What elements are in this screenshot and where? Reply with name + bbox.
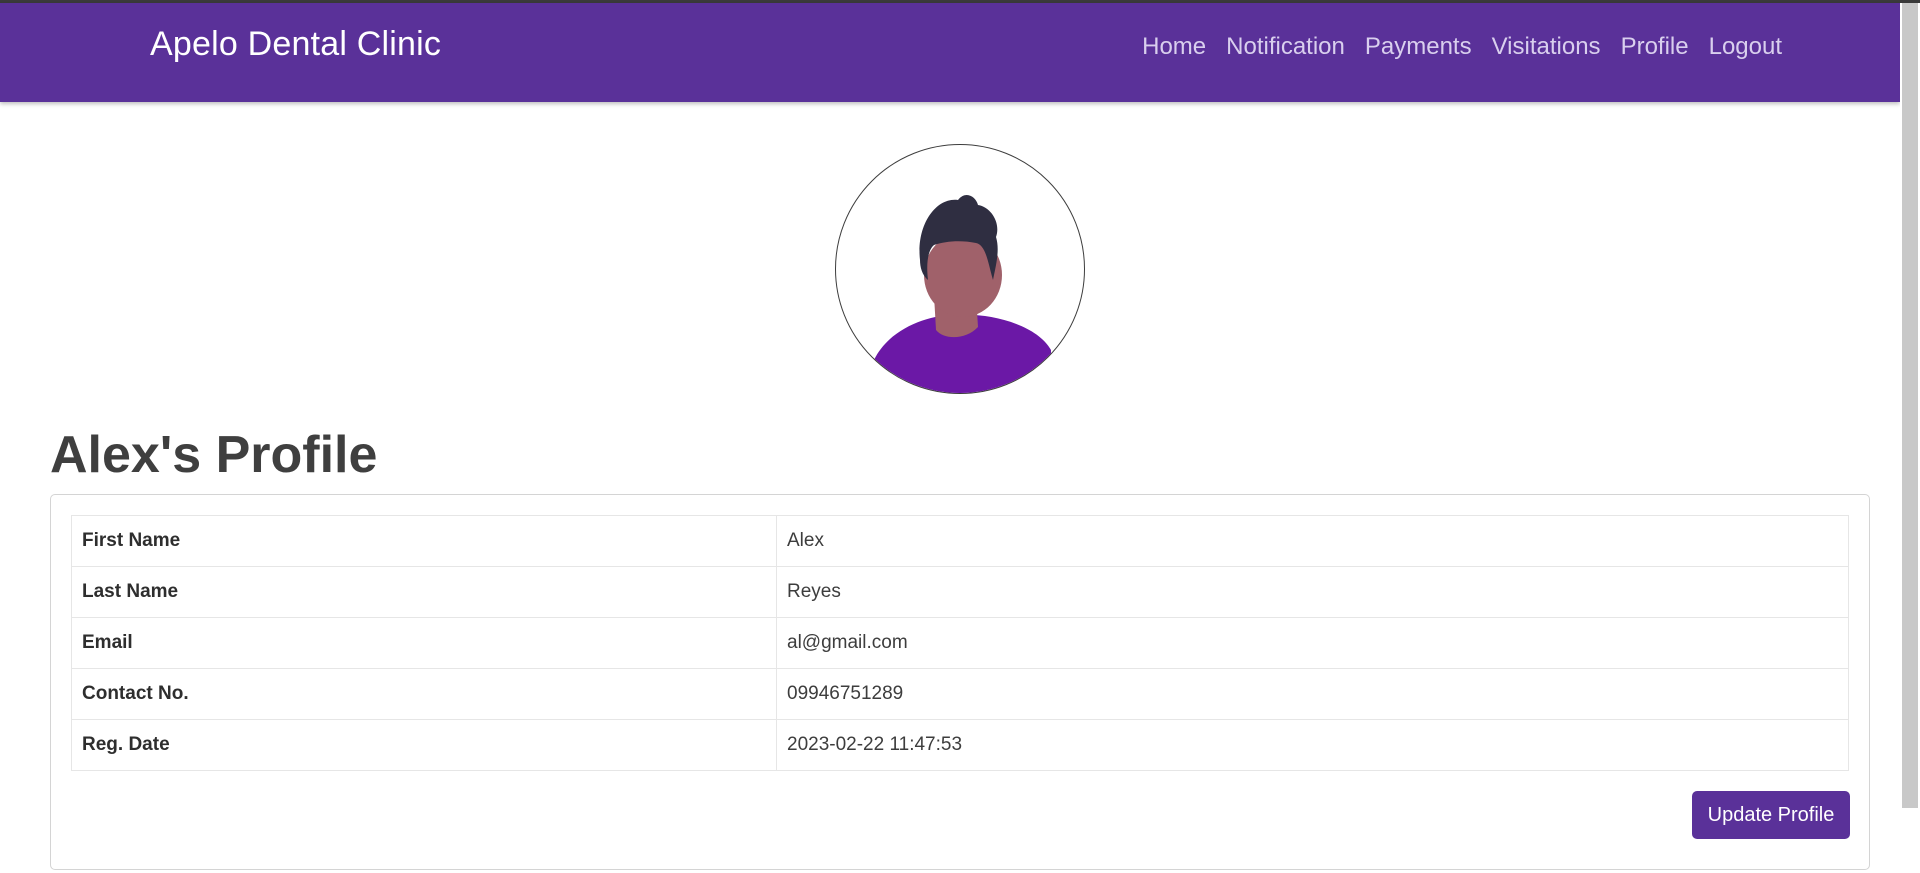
- navbar: Apelo Dental Clinic Home Notification Pa…: [0, 3, 1900, 102]
- last-name-value: Reyes: [776, 566, 1849, 618]
- update-profile-button[interactable]: Update Profile: [1692, 791, 1850, 839]
- email-value: al@gmail.com: [776, 617, 1849, 669]
- scrollbar-thumb[interactable]: [1902, 3, 1918, 808]
- nav-logout[interactable]: Logout: [1699, 33, 1792, 61]
- user-avatar-icon: [874, 195, 1051, 393]
- profile-card: First Name Alex Last Name Reyes Email al…: [50, 494, 1870, 870]
- nav-visitations[interactable]: Visitations: [1482, 33, 1611, 61]
- contact-label: Contact No.: [71, 668, 777, 720]
- table-row: Reg. Date 2023-02-22 11:47:53: [71, 719, 1849, 771]
- profile-table: First Name Alex Last Name Reyes Email al…: [71, 515, 1849, 771]
- brand-title[interactable]: Apelo Dental Clinic: [150, 25, 441, 64]
- reg-date-value: 2023-02-22 11:47:53: [776, 719, 1849, 771]
- table-row: First Name Alex: [71, 515, 1849, 567]
- first-name-label: First Name: [71, 515, 777, 567]
- nav-profile[interactable]: Profile: [1611, 33, 1699, 61]
- email-label: Email: [71, 617, 777, 669]
- nav-notification[interactable]: Notification: [1216, 33, 1355, 61]
- reg-date-label: Reg. Date: [71, 719, 777, 771]
- table-row: Last Name Reyes: [71, 566, 1849, 618]
- contact-value: 09946751289: [776, 668, 1849, 720]
- first-name-value: Alex: [776, 515, 1849, 567]
- table-row: Email al@gmail.com: [71, 617, 1849, 669]
- nav-home[interactable]: Home: [1132, 33, 1216, 61]
- avatar: [835, 144, 1085, 394]
- page-title: Alex's Profile: [50, 426, 378, 484]
- nav-payments[interactable]: Payments: [1355, 33, 1482, 61]
- table-row: Contact No. 09946751289: [71, 668, 1849, 720]
- nav-links: Home Notification Payments Visitations P…: [1132, 33, 1792, 61]
- last-name-label: Last Name: [71, 566, 777, 618]
